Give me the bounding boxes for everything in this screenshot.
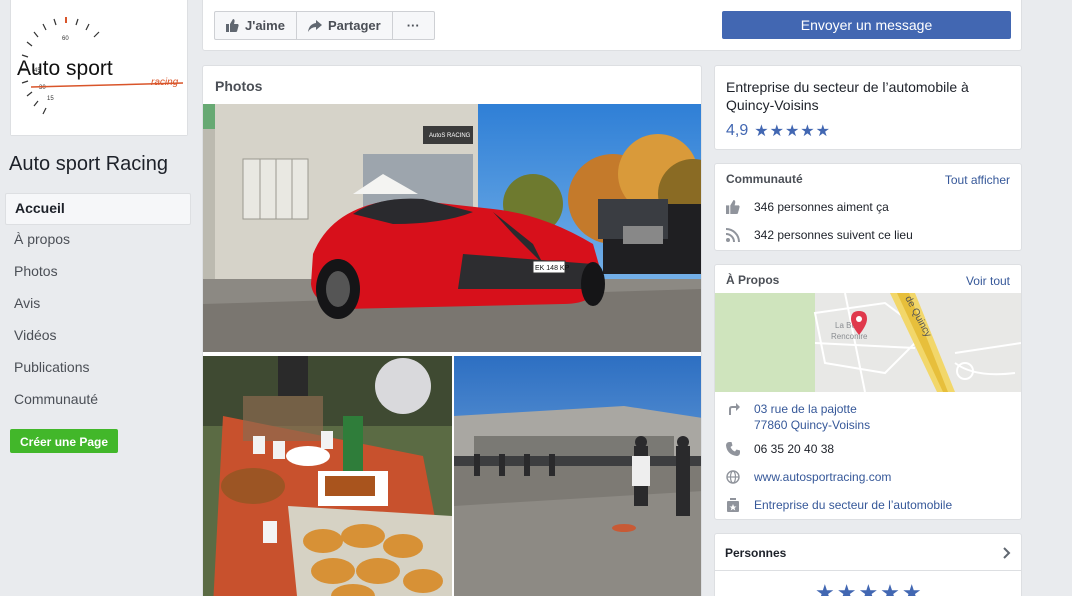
photo-ferrari-sign: AutoS RACING xyxy=(429,133,471,139)
rating[interactable]: 4,9 ★★★★★ xyxy=(726,121,831,141)
rating-value: 4,9 xyxy=(726,122,749,139)
photo-parking[interactable] xyxy=(454,356,701,596)
phone-number: 06 35 20 40 38 xyxy=(754,442,835,456)
logo-image: 60 45 30 15 Auto sport racing xyxy=(11,0,187,135)
like-button[interactable]: J'aime xyxy=(214,11,297,40)
nav-item-posts[interactable]: Publications xyxy=(5,353,191,385)
follows-row: 342 personnes suivent ce lieu xyxy=(726,227,913,243)
directions-icon xyxy=(729,403,740,415)
map-image: La Bo Renconire de Quincy xyxy=(715,293,1021,392)
follows-count: 342 personnes suivent ce lieu xyxy=(754,228,913,242)
share-button[interactable]: Partager xyxy=(296,11,393,40)
more-options-icon: ··· xyxy=(406,18,420,33)
nav-item-home[interactable]: Accueil xyxy=(5,193,191,225)
share-icon xyxy=(307,19,322,32)
likes-count: 346 personnes aiment ça xyxy=(754,200,889,214)
phone-row[interactable]: 06 35 20 40 38 xyxy=(726,441,834,457)
people-stars-icon: ★★★★★ xyxy=(815,580,924,596)
website-link: www.autosportracing.com xyxy=(754,470,892,484)
photo-breakfast[interactable] xyxy=(203,356,452,596)
community-card: Communauté Tout afficher 346 personnes a… xyxy=(714,163,1022,251)
address-row[interactable]: 03 rue de la pajotte 77860 Quincy-Voisin… xyxy=(726,401,870,433)
about-see-all-link[interactable]: Voir tout xyxy=(966,274,1010,288)
logo-text-main: Auto sport xyxy=(17,57,113,80)
photo-ferrari[interactable]: AutoS RACING EK 148 KP xyxy=(203,104,701,352)
address-line-1: 03 rue de la pajotte xyxy=(754,402,857,416)
globe-icon xyxy=(726,470,740,484)
logo-gauge-60: 60 xyxy=(62,36,69,42)
phone-icon xyxy=(726,442,740,456)
thumbs-up-icon xyxy=(226,19,239,32)
create-page-button[interactable]: Créer une Page xyxy=(10,429,119,453)
send-message-button[interactable]: Envoyer un message xyxy=(722,11,1011,39)
nav-item-community[interactable]: Communauté xyxy=(5,385,191,417)
people-card: Personnes ★★★★★ xyxy=(714,533,1022,596)
nav-item-reviews[interactable]: Avis xyxy=(5,289,191,321)
nav-item-videos[interactable]: Vidéos xyxy=(5,321,191,353)
map-label-place2: Renconire xyxy=(831,332,868,341)
likes-row: 346 personnes aiment ça xyxy=(726,199,889,215)
about-card: À Propos Voir tout La Bo Renconire de Qu… xyxy=(714,264,1022,520)
category-tag-icon xyxy=(727,498,739,512)
photo-ferrari-image: AutoS RACING EK 148 KP xyxy=(203,104,701,352)
photos-card: Photos AutoS RACING EK 148 KP xyxy=(202,65,702,596)
action-bar: J'aime Partager ··· Envoyer un message xyxy=(202,0,1022,51)
profile-picture[interactable]: 60 45 30 15 Auto sport racing xyxy=(10,0,188,136)
share-label: Partager xyxy=(327,18,381,33)
rating-stars-icon: ★★★★★ xyxy=(754,123,831,140)
location-map[interactable]: La Bo Renconire de Quincy xyxy=(715,293,1021,392)
divider xyxy=(715,570,1021,571)
photo-parking-image xyxy=(454,356,701,596)
page-category[interactable]: Entreprise du secteur de l’automobile à … xyxy=(726,78,1006,114)
community-title[interactable]: Communauté xyxy=(726,172,803,186)
category-row[interactable]: Entreprise du secteur de l’automobile xyxy=(726,497,952,513)
nav-item-photos[interactable]: Photos xyxy=(5,257,191,289)
photos-title[interactable]: Photos xyxy=(215,78,262,94)
photo-ferrari-plate: EK 148 KP xyxy=(535,265,570,272)
action-buttons: J'aime Partager ··· xyxy=(214,11,435,40)
chevron-right-icon[interactable] xyxy=(1003,546,1011,562)
nav-item-about[interactable]: À propos xyxy=(5,225,191,257)
logo-gauge-15: 15 xyxy=(47,96,54,102)
like-label: J'aime xyxy=(245,18,285,33)
address-line-2: 77860 Quincy-Voisins xyxy=(754,418,871,432)
summary-card: Entreprise du secteur de l’automobile à … xyxy=(714,65,1022,150)
logo-text-sub: racing xyxy=(151,77,179,88)
website-row[interactable]: www.autosportracing.com xyxy=(726,469,891,485)
community-see-all-link[interactable]: Tout afficher xyxy=(945,173,1010,187)
page-nav: Accueil À propos Photos Avis Vidéos Publ… xyxy=(5,193,191,417)
photo-breakfast-image xyxy=(203,356,452,596)
thumbs-up-icon xyxy=(726,200,740,214)
page-name[interactable]: Auto sport Racing xyxy=(9,153,168,176)
about-title[interactable]: À Propos xyxy=(726,273,779,287)
rss-follow-icon xyxy=(726,228,740,242)
people-title[interactable]: Personnes xyxy=(725,546,786,560)
more-options-button[interactable]: ··· xyxy=(392,11,435,40)
category-link: Entreprise du secteur de l’automobile xyxy=(754,498,953,512)
